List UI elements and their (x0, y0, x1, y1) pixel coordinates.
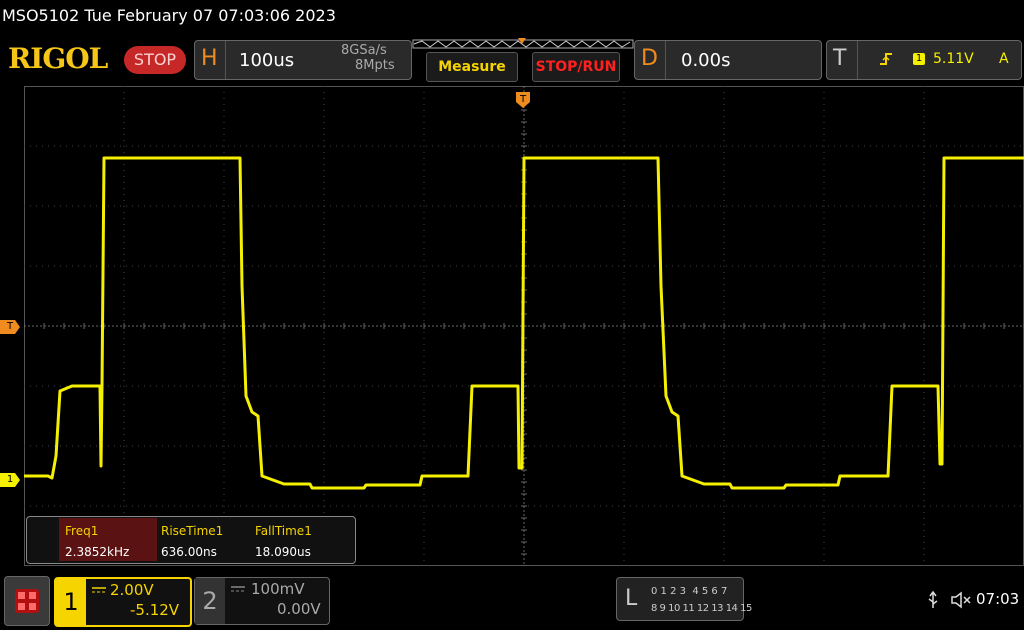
menu-icon (15, 589, 39, 613)
ch1-number: 1 (56, 579, 86, 625)
measure-label-rise: RiseTime1 (161, 524, 224, 538)
measure-value-fall: 18.090us (255, 545, 311, 559)
timebase-value: 100us (239, 50, 295, 71)
ch2-settings-button[interactable]: 2 100mV 0.00V (194, 577, 330, 625)
waveform-display[interactable]: T (24, 86, 1024, 566)
delay-value: 0.00s (681, 50, 731, 71)
trigger-panel[interactable]: T 1 5.11V A (826, 40, 1022, 80)
horizontal-panel[interactable]: H 100us 8GSa/s 8Mpts (194, 40, 412, 80)
run-state-button[interactable]: STOP (124, 46, 186, 74)
logic-analyzer-button[interactable]: L 0 1 2 3 4 5 6 7 8 9 10 11 12 13 14 15 (616, 577, 752, 621)
logic-letter: L (625, 586, 638, 611)
memory-depth: 8Mpts (355, 58, 395, 73)
trigger-source-badge: 1 (913, 53, 925, 65)
horizontal-letter: H (201, 46, 218, 71)
clock-time: 07:03 (976, 590, 1020, 608)
memory-overview (412, 38, 634, 49)
ch1-offset-marker[interactable]: 1 (0, 473, 20, 487)
trigger-level: 5.11V (933, 51, 974, 67)
measure-value-freq: 2.3852kHz (65, 545, 130, 559)
title-bar: MSO5102 Tue February 07 07:03:06 2023 (0, 0, 1024, 34)
usb-icon (928, 590, 938, 608)
sample-rate: 8GSa/s (341, 43, 387, 58)
device-title: MSO5102 Tue February 07 07:03:06 2023 (2, 6, 336, 25)
svg-text:T: T (519, 94, 527, 105)
stop-run-button[interactable]: STOP/RUN (532, 52, 620, 82)
trigger-mode: A (999, 51, 1009, 67)
ch2-number: 2 (195, 578, 225, 624)
rigol-logo: RIGOL (8, 42, 108, 75)
measure-value-rise: 636.00ns (161, 545, 217, 559)
ch1-settings-button[interactable]: 1 2.00V -5.12V (54, 577, 192, 627)
speaker-mute-icon[interactable] (950, 590, 972, 610)
ch1-scale: 2.00V (110, 581, 154, 599)
ch1-offset: -5.12V (130, 601, 180, 619)
dc-coupling-icon (231, 586, 245, 592)
trigger-level-marker[interactable]: T (0, 320, 20, 334)
delay-letter: D (641, 46, 658, 71)
measurement-panel: Freq1 2.3852kHz RiseTime1 636.00ns FallT… (26, 516, 356, 564)
menu-button[interactable] (4, 576, 50, 626)
ch2-scale: 100mV (251, 580, 305, 598)
trigger-letter: T (833, 46, 847, 71)
logic-channels-row1: 0 1 2 3 4 5 6 7 (651, 586, 728, 597)
measure-button[interactable]: Measure (426, 52, 518, 82)
measure-label-fall: FallTime1 (255, 524, 312, 538)
dc-coupling-icon (92, 587, 106, 593)
measure-label-freq: Freq1 (65, 524, 99, 538)
logic-channels-row2: 8 9 10 11 12 13 14 15 (651, 603, 752, 614)
delay-panel[interactable]: D 0.00s (634, 40, 822, 80)
rising-edge-icon (880, 53, 892, 65)
ch2-offset: 0.00V (277, 600, 321, 618)
